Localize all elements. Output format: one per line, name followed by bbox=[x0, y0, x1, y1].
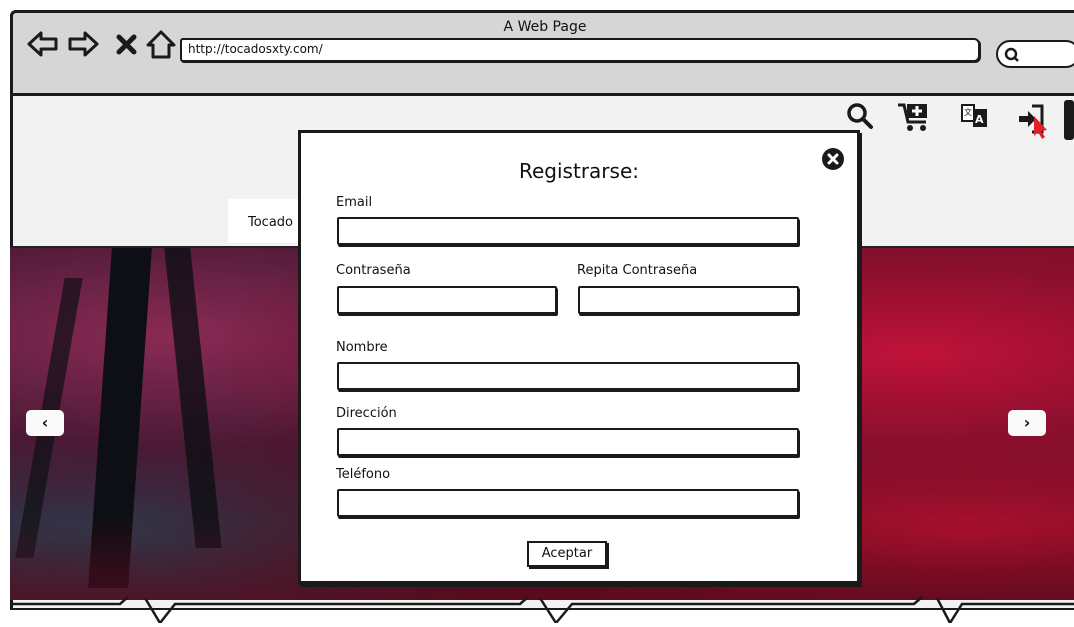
partial-icon bbox=[1064, 100, 1074, 140]
address-label: Dirección bbox=[336, 406, 397, 421]
chevron-left-icon: ‹ bbox=[41, 413, 49, 432]
cart-add-icon[interactable] bbox=[896, 100, 930, 134]
browser-search-field[interactable] bbox=[996, 40, 1074, 68]
url-input[interactable]: http://tocadosxty.com/ bbox=[180, 38, 980, 62]
svg-text:文: 文 bbox=[964, 107, 972, 117]
search-icon[interactable] bbox=[844, 100, 878, 134]
name-field[interactable] bbox=[337, 362, 799, 390]
svg-text:A: A bbox=[975, 113, 984, 126]
close-x-icon[interactable] bbox=[114, 28, 146, 60]
email-field[interactable] bbox=[337, 217, 799, 245]
password-label: Contraseña bbox=[336, 263, 411, 278]
password-field[interactable] bbox=[337, 286, 557, 314]
slider-next-button[interactable]: › bbox=[1008, 410, 1046, 436]
phone-label: Teléfono bbox=[336, 467, 391, 482]
password-repeat-label: Repita Contraseña bbox=[577, 263, 698, 278]
forward-arrow-icon[interactable] bbox=[66, 28, 99, 60]
address-field[interactable] bbox=[337, 428, 799, 456]
close-icon[interactable] bbox=[821, 147, 845, 171]
email-label: Email bbox=[336, 195, 373, 210]
translate-icon[interactable]: A文 bbox=[958, 100, 992, 134]
modal-title: Registrarse: bbox=[519, 159, 639, 183]
accept-button[interactable]: Aceptar bbox=[527, 541, 607, 567]
back-arrow-icon[interactable] bbox=[26, 28, 58, 60]
slider-prev-button[interactable]: ‹ bbox=[26, 410, 64, 436]
login-icon[interactable] bbox=[1016, 100, 1050, 139]
bottom-callouts bbox=[0, 596, 1074, 626]
name-label: Nombre bbox=[336, 340, 388, 355]
register-modal: Registrarse: Email Contraseña Repita Con… bbox=[298, 130, 860, 584]
phone-field[interactable] bbox=[337, 489, 799, 517]
home-icon[interactable] bbox=[144, 28, 176, 60]
chevron-right-icon: › bbox=[1023, 413, 1031, 432]
search-icon bbox=[1004, 47, 1019, 62]
password-repeat-field[interactable] bbox=[578, 286, 799, 314]
